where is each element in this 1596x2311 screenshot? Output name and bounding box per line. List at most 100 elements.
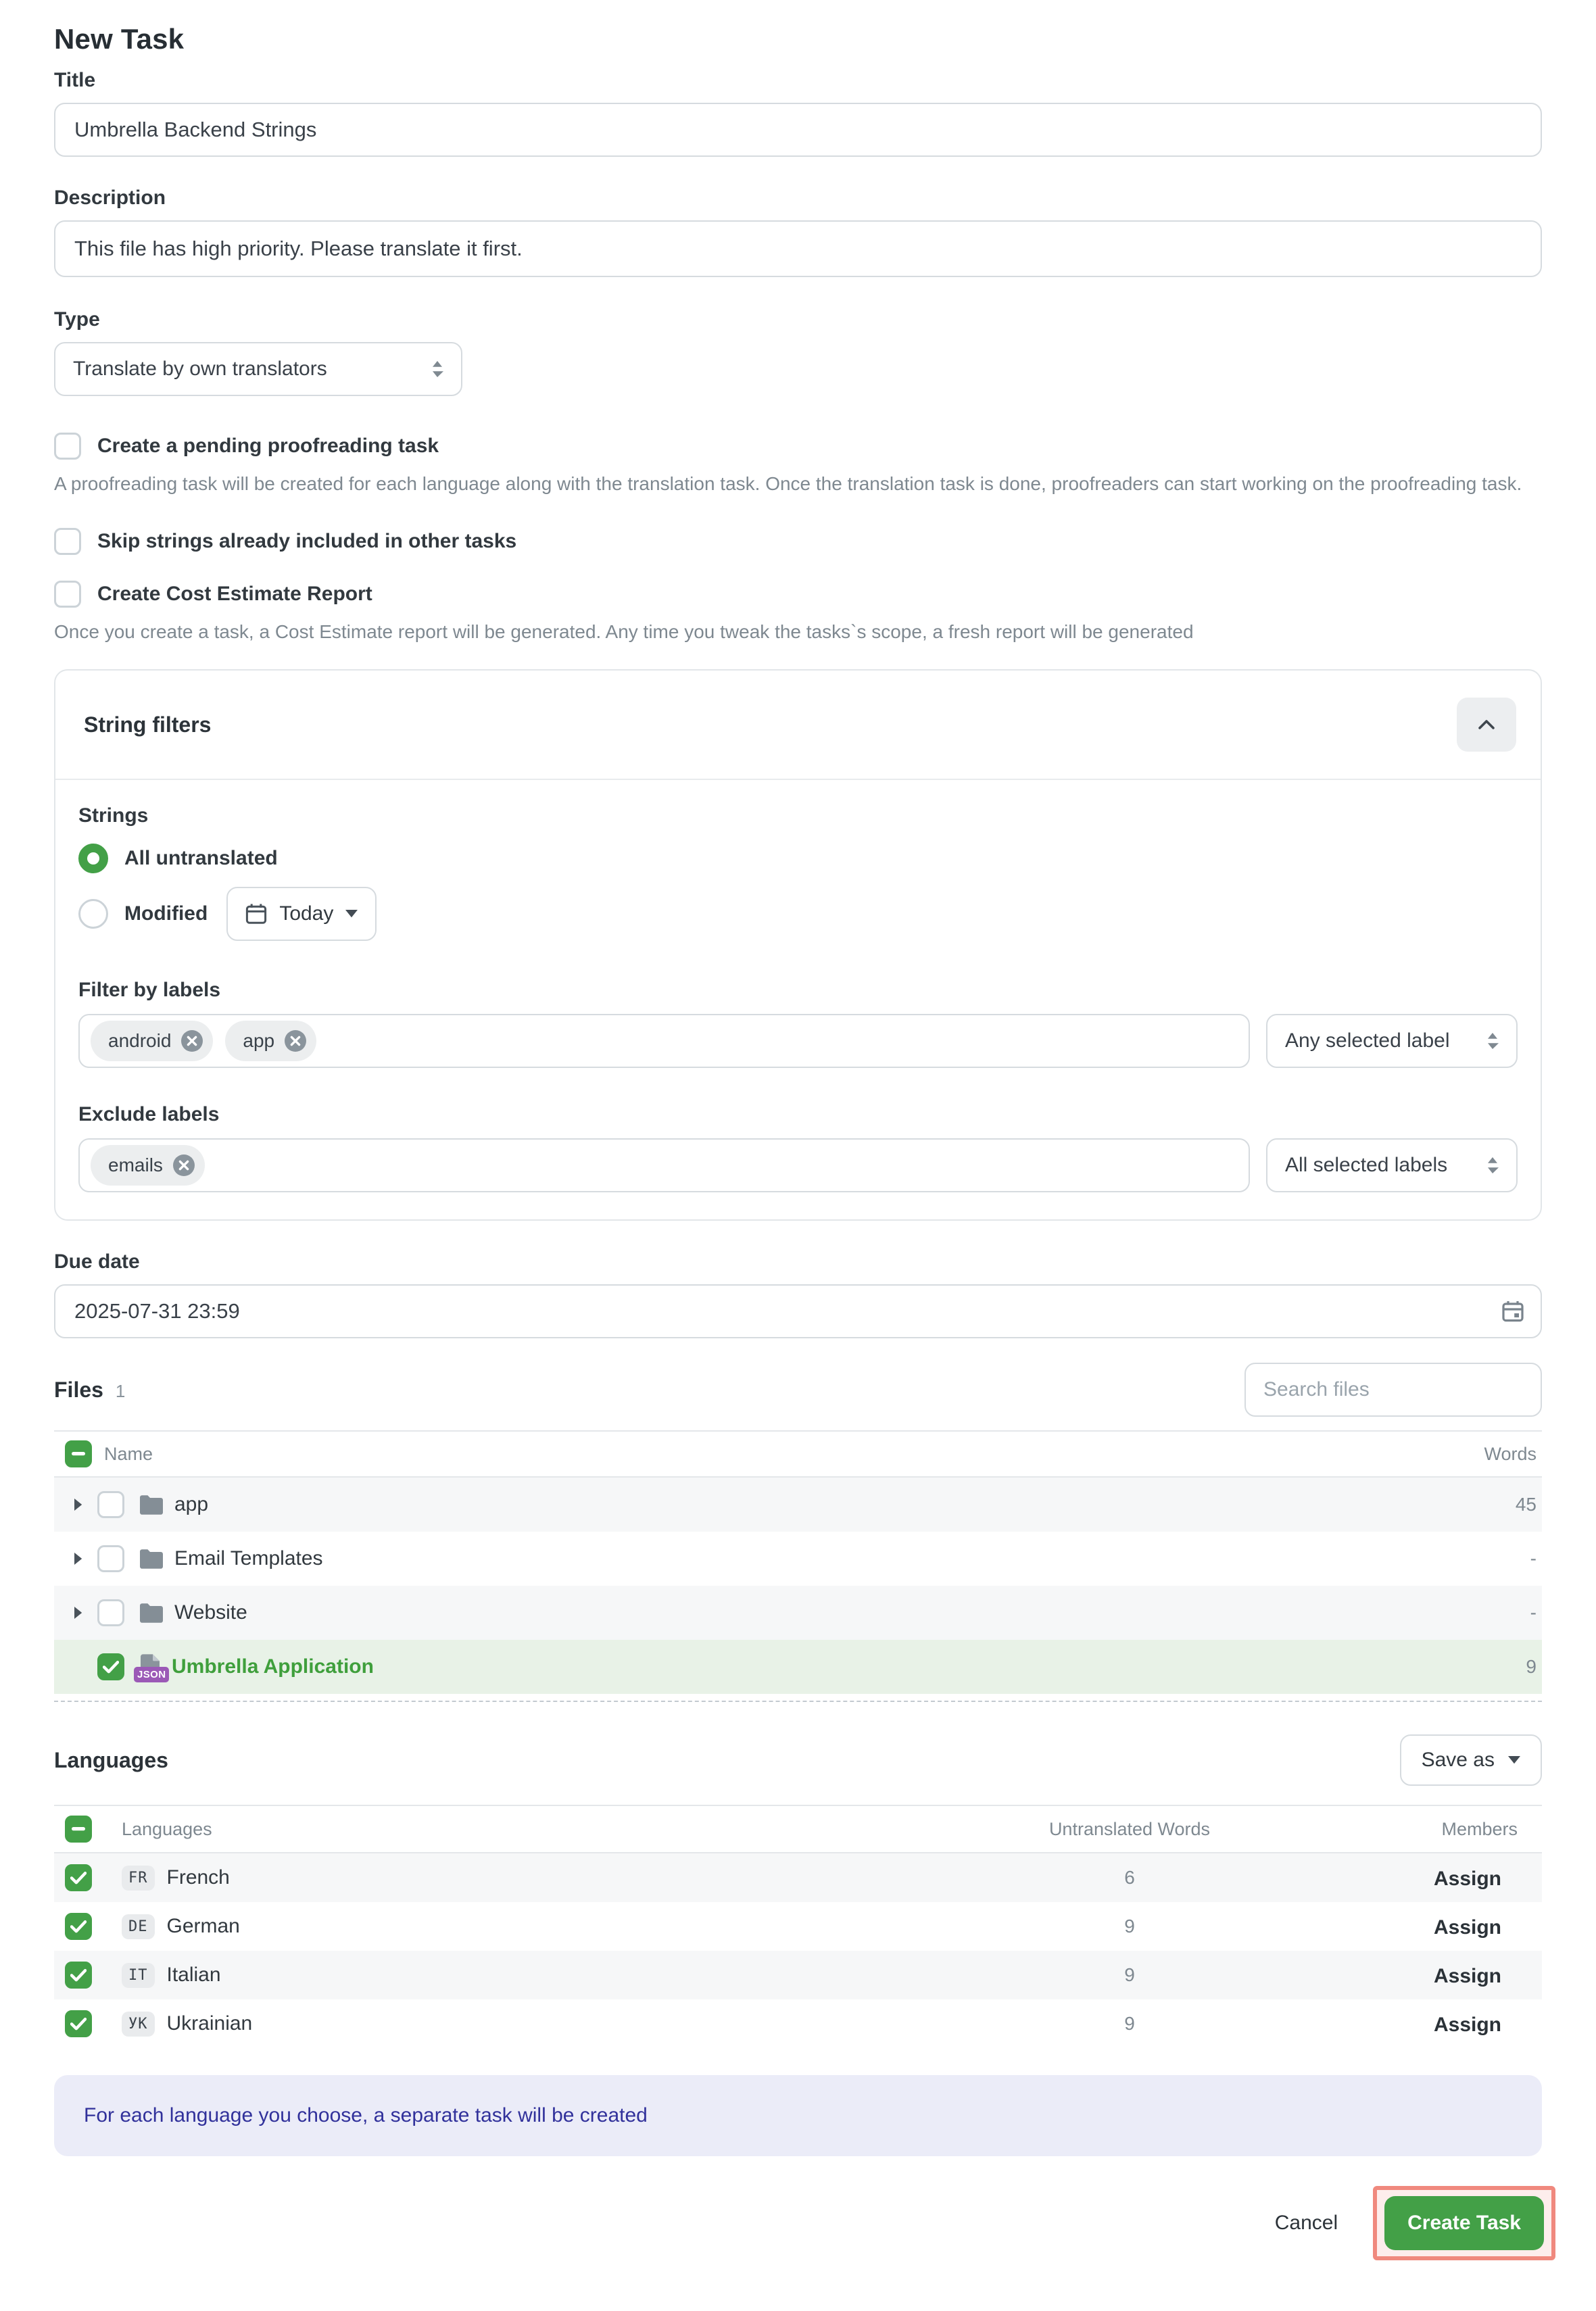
files-column-words: Words bbox=[1380, 1444, 1542, 1465]
language-code-badge: IT bbox=[122, 1963, 155, 1988]
language-checkbox[interactable] bbox=[65, 1962, 92, 1989]
filter-match-select[interactable]: Any selected label bbox=[1266, 1014, 1518, 1068]
collapse-panel-button[interactable] bbox=[1457, 698, 1516, 752]
title-input[interactable] bbox=[54, 103, 1542, 157]
save-as-button[interactable]: Save as bbox=[1400, 1734, 1542, 1786]
language-row-german[interactable]: DE German 9 Assign bbox=[54, 1902, 1542, 1951]
modified-date-range-button[interactable]: Today bbox=[226, 887, 377, 941]
due-date-input[interactable] bbox=[54, 1284, 1542, 1338]
filter-labels-input[interactable]: android app bbox=[78, 1014, 1250, 1068]
language-row-ukrainian[interactable]: УК Ukrainian 9 Assign bbox=[54, 1999, 1542, 2048]
option-proofreading: Create a pending proofreading task bbox=[54, 433, 1542, 460]
cost-estimate-checkbox[interactable] bbox=[54, 581, 81, 608]
select-all-languages-checkbox[interactable] bbox=[65, 1816, 92, 1843]
files-table-header: Name Words bbox=[54, 1430, 1542, 1478]
files-table-end-divider bbox=[54, 1701, 1542, 1702]
expand-caret-icon[interactable] bbox=[65, 1499, 92, 1511]
language-name: French bbox=[167, 1866, 230, 1889]
chevron-up-icon bbox=[1478, 720, 1495, 729]
remove-chip-icon[interactable] bbox=[180, 1029, 203, 1052]
file-row-email-templates[interactable]: Email Templates - bbox=[54, 1532, 1542, 1586]
language-checkbox[interactable] bbox=[65, 1864, 92, 1891]
caret-down-icon bbox=[1508, 1756, 1520, 1764]
file-words: 9 bbox=[1380, 1656, 1542, 1678]
file-checkbox[interactable] bbox=[97, 1599, 124, 1626]
assign-link[interactable]: Assign bbox=[1434, 1965, 1518, 1988]
language-checkbox[interactable] bbox=[65, 1913, 92, 1940]
label-chip-app: app bbox=[225, 1021, 316, 1061]
files-count: 1 bbox=[116, 1381, 125, 1401]
file-row-umbrella-application[interactable]: JSON Umbrella Application 9 bbox=[54, 1640, 1542, 1694]
file-name: Umbrella Application bbox=[172, 1655, 374, 1678]
remove-chip-icon[interactable] bbox=[172, 1154, 195, 1177]
sort-arrows-icon bbox=[1486, 1156, 1499, 1175]
skip-strings-label: Skip strings already included in other t… bbox=[97, 530, 516, 553]
type-select[interactable]: Translate by own translators bbox=[54, 342, 462, 396]
untranslated-words-value: 9 bbox=[961, 1964, 1299, 1986]
assign-link[interactable]: Assign bbox=[1434, 1916, 1518, 1939]
radio-row-all-untranslated: All untranslated bbox=[78, 844, 1518, 873]
caret-down-icon bbox=[345, 910, 358, 918]
untranslated-words-value: 9 bbox=[961, 2013, 1299, 2035]
members-column: Members bbox=[1299, 1819, 1542, 1840]
language-name: German bbox=[167, 1915, 240, 1938]
cancel-button[interactable]: Cancel bbox=[1275, 2212, 1338, 2235]
expand-caret-icon[interactable] bbox=[65, 1607, 92, 1619]
untranslated-words-value: 9 bbox=[961, 1916, 1299, 1937]
info-banner-text: For each language you choose, a separate… bbox=[84, 2104, 648, 2127]
file-words: - bbox=[1380, 1602, 1542, 1624]
description-input[interactable] bbox=[54, 220, 1542, 277]
option-skip-strings: Skip strings already included in other t… bbox=[54, 528, 1542, 555]
file-checkbox[interactable] bbox=[97, 1653, 124, 1680]
type-field: Type Translate by own translators bbox=[54, 308, 1542, 396]
calendar-icon bbox=[245, 903, 267, 925]
exclude-match-select[interactable]: All selected labels bbox=[1266, 1138, 1518, 1192]
language-code-badge: DE bbox=[122, 1914, 155, 1939]
due-date-label: Due date bbox=[54, 1250, 1542, 1273]
cost-estimate-label: Create Cost Estimate Report bbox=[97, 583, 372, 606]
language-checkbox[interactable] bbox=[65, 2010, 92, 2037]
files-title-wrap: Files1 bbox=[54, 1378, 125, 1403]
chip-text: emails bbox=[108, 1154, 163, 1176]
languages-table: Languages Untranslated Words Members FR … bbox=[54, 1805, 1542, 2048]
json-file-icon: JSON bbox=[139, 1654, 161, 1680]
modified-label: Modified bbox=[124, 902, 208, 925]
file-row-app[interactable]: app 45 bbox=[54, 1478, 1542, 1532]
select-all-files-checkbox[interactable] bbox=[65, 1440, 92, 1467]
file-row-website[interactable]: Website - bbox=[54, 1586, 1542, 1640]
type-select-value: Translate by own translators bbox=[73, 358, 327, 381]
folder-icon bbox=[139, 1549, 164, 1569]
expand-caret-icon[interactable] bbox=[65, 1553, 92, 1565]
option-cost-estimate: Create Cost Estimate Report bbox=[54, 581, 1542, 608]
file-words: 45 bbox=[1380, 1494, 1542, 1515]
file-checkbox[interactable] bbox=[97, 1491, 124, 1518]
modified-radio[interactable] bbox=[78, 899, 108, 929]
proofreading-checkbox[interactable] bbox=[54, 433, 81, 460]
create-task-button[interactable]: Create Task bbox=[1384, 2196, 1544, 2250]
proofreading-label: Create a pending proofreading task bbox=[97, 435, 439, 458]
files-header: Files1 bbox=[54, 1363, 1542, 1417]
files-table: Name Words app 45 Email Templates - Webs… bbox=[54, 1430, 1542, 1702]
language-code-badge: FR bbox=[122, 1866, 155, 1891]
due-date-field: Due date bbox=[54, 1250, 1542, 1338]
string-filters-header: String filters bbox=[55, 671, 1541, 779]
language-row-french[interactable]: FR French 6 Assign bbox=[54, 1853, 1542, 1902]
string-filters-panel: String filters Strings All untranslated … bbox=[54, 669, 1542, 1221]
files-search-input[interactable] bbox=[1244, 1363, 1542, 1417]
title-label: Title bbox=[54, 69, 1542, 92]
all-untranslated-radio[interactable] bbox=[78, 844, 108, 873]
description-label: Description bbox=[54, 187, 1542, 210]
skip-strings-checkbox[interactable] bbox=[54, 528, 81, 555]
exclude-labels-input[interactable]: emails bbox=[78, 1138, 1250, 1192]
assign-link[interactable]: Assign bbox=[1434, 1868, 1518, 1891]
chip-text: app bbox=[243, 1030, 274, 1052]
file-checkbox[interactable] bbox=[97, 1545, 124, 1572]
sort-arrows-icon bbox=[431, 360, 443, 379]
languages-column: Languages bbox=[122, 1819, 212, 1840]
label-chip-emails: emails bbox=[91, 1145, 205, 1186]
remove-chip-icon[interactable] bbox=[284, 1029, 307, 1052]
string-filters-title: String filters bbox=[84, 712, 211, 737]
assign-link[interactable]: Assign bbox=[1434, 2014, 1518, 2037]
language-row-italian[interactable]: IT Italian 9 Assign bbox=[54, 1951, 1542, 1999]
sort-arrows-icon bbox=[1486, 1031, 1499, 1050]
